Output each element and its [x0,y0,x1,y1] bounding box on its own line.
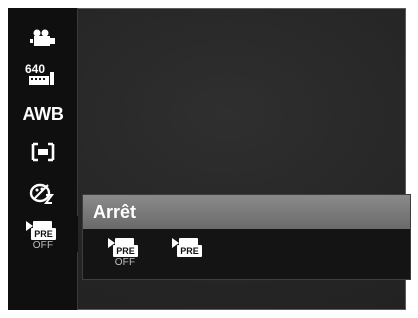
pre-record-off-badge: PRE [113,245,138,257]
menu-item-resolution[interactable]: 640 [8,57,78,93]
pre-record-icon: PRE OFF [23,218,63,252]
resolution-icon: 640 [23,62,63,87]
menu-item-metering[interactable] [8,134,78,170]
menu-item-color-effect[interactable] [8,176,78,212]
awb-label: AWB [22,103,64,124]
menu-item-pre-record[interactable]: PRE OFF [8,216,78,252]
pre-record-badge: PRE [31,228,56,240]
options-panel: Arrêt PRE OFF PRE [82,194,411,280]
camera-menu-screen: 640 AWB PRE OFF Arrêt PRE OFF PRE [0,0,418,318]
movie-mode-icon [30,29,55,46]
menu-item-movie-mode[interactable] [8,20,78,56]
pre-record-on-option[interactable]: PRE [169,235,209,275]
pre-record-on-badge: PRE [177,245,202,257]
settings-sidebar: 640 AWB PRE OFF [8,8,78,310]
color-effect-icon [29,183,54,204]
panel-title: Arrêt [83,195,410,229]
pre-record-status: OFF [32,240,54,251]
pre-record-off-label: OFF [114,257,136,268]
menu-item-white-balance[interactable]: AWB [8,96,78,132]
metering-icon [31,142,55,162]
pre-record-off-option[interactable]: PRE OFF [105,235,145,275]
